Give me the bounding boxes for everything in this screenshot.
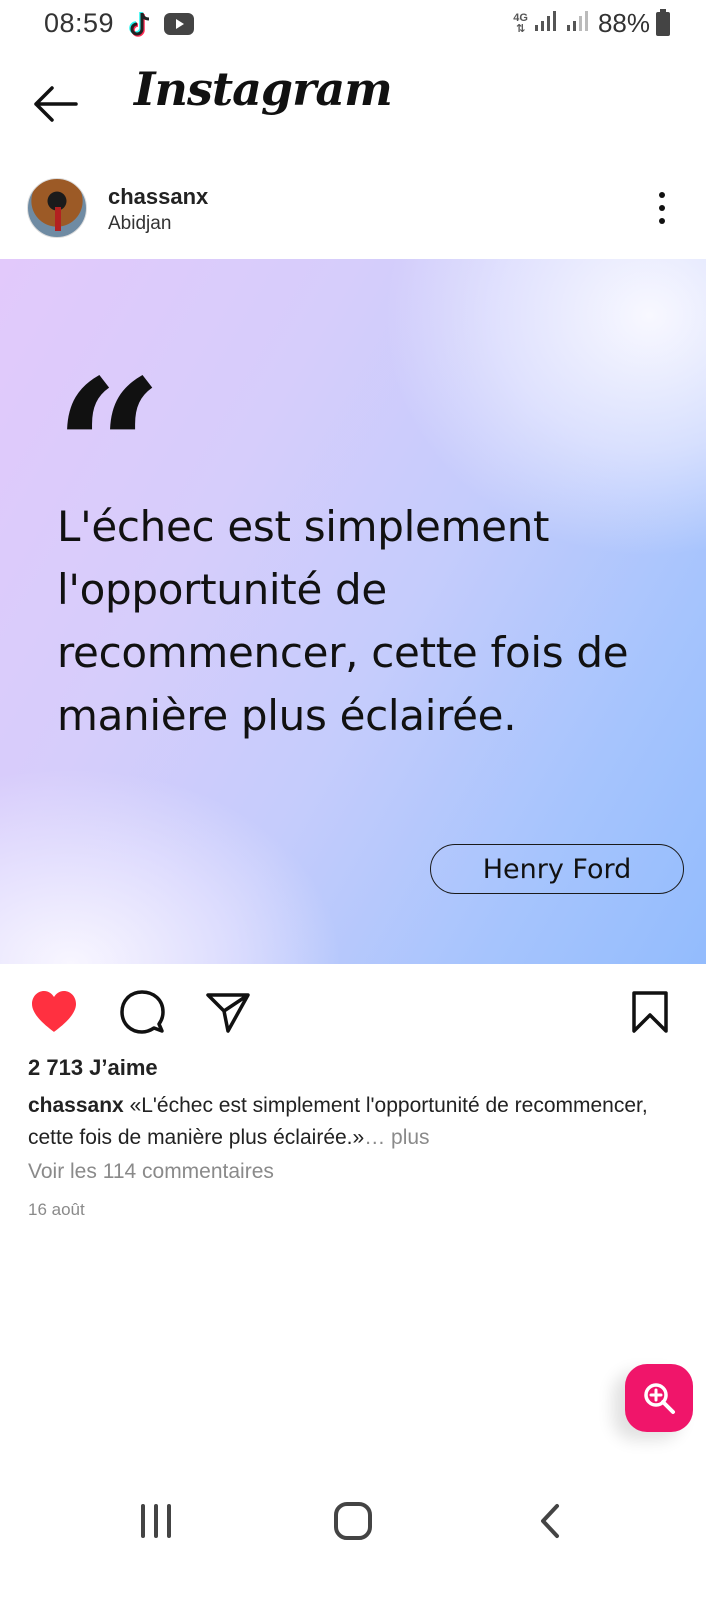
tiktok-icon [128, 10, 154, 43]
post-date: 16 août [28, 1200, 85, 1219]
caption-more-link[interactable]: … plus [364, 1126, 429, 1149]
status-app-icons [128, 10, 194, 43]
arrow-left-icon [34, 86, 78, 122]
heart-filled-icon [32, 991, 76, 1032]
save-button[interactable] [624, 986, 676, 1038]
app-title: Instagram [134, 62, 393, 116]
network-type: 4G ⇅ [513, 11, 528, 35]
system-back-button[interactable] [520, 1498, 580, 1544]
status-bar: 08:59 4G ⇅ 88% [0, 0, 720, 50]
like-button[interactable] [28, 986, 80, 1038]
post-header: chassanx Abidjan [0, 176, 720, 240]
home-icon [334, 1502, 372, 1540]
system-nav-bar [0, 1470, 720, 1570]
caption-username[interactable]: chassanx [28, 1094, 124, 1117]
bookmark-icon [632, 991, 668, 1033]
app-header: Instagram [0, 56, 720, 152]
post-username[interactable]: chassanx [108, 184, 208, 210]
like-count[interactable]: 2 713 J’aime [28, 1055, 158, 1081]
zoom-in-icon [644, 1383, 675, 1414]
signal-icon [534, 9, 560, 38]
youtube-icon [164, 13, 194, 40]
post-actions [0, 982, 720, 1042]
more-options-button[interactable] [644, 188, 680, 228]
more-dot-icon [659, 192, 665, 198]
comment-button[interactable] [116, 986, 168, 1038]
share-button[interactable] [202, 986, 254, 1038]
avatar[interactable] [27, 178, 87, 238]
signal-icon-2 [566, 9, 592, 38]
send-icon [206, 993, 250, 1033]
status-right: 4G ⇅ 88% [513, 8, 670, 39]
recent-apps-icon [141, 1504, 171, 1538]
back-icon [541, 1504, 559, 1538]
more-dot-icon [659, 205, 665, 211]
battery-percent: 88% [597, 8, 650, 38]
comment-icon [120, 990, 165, 1034]
post-image[interactable]: “ L'échec est simplement l'opportunité d… [0, 259, 706, 964]
home-button[interactable] [323, 1498, 383, 1544]
quote-text: L'échec est simplement l'opportunité de … [57, 502, 629, 740]
more-dot-icon [659, 218, 665, 224]
recent-apps-button[interactable] [126, 1498, 186, 1544]
view-comments-link[interactable]: Voir les 114 commentaires [28, 1160, 274, 1184]
post-caption: chassanx «L'échec est simplement l'oppor… [28, 1090, 668, 1154]
post-location[interactable]: Abidjan [108, 213, 171, 235]
quote-author: Henry Ford [430, 844, 684, 894]
back-button[interactable] [30, 82, 80, 126]
status-time: 08:59 [44, 8, 115, 38]
zoom-button[interactable] [625, 1364, 693, 1432]
battery-icon [656, 8, 670, 36]
